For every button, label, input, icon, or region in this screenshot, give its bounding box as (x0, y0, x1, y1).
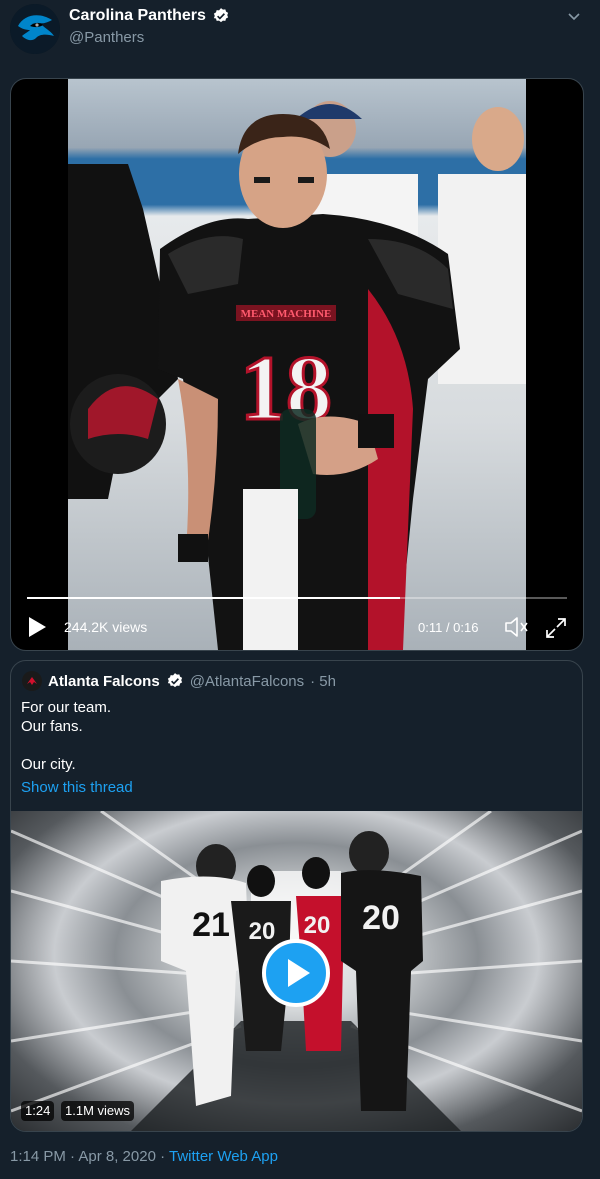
source-app-link[interactable]: Twitter Web App (169, 1148, 278, 1165)
quote-avatar (22, 671, 42, 691)
video-frame: MEAN MACHINE 18 (68, 79, 526, 650)
jersey-number: 20 (362, 899, 400, 937)
tweet-footer: 1:14 PM · Apr 8, 2020 · Twitter Web App (10, 1148, 278, 1165)
source-separator: · (155, 1148, 169, 1165)
play-icon[interactable] (262, 939, 330, 1007)
chevron-down-icon[interactable] (566, 8, 582, 24)
quote-age: · 5h (310, 672, 336, 690)
quote-handle: @AtlantaFalcons (189, 672, 305, 690)
quote-text-line: Our fans. (21, 718, 83, 735)
verified-icon (167, 673, 182, 688)
quote-video[interactable]: 21 20 20 20 1:24 1.1M views (11, 811, 582, 1131)
volume-icon[interactable] (504, 615, 530, 639)
video-views-badge: 1.1M views (61, 1101, 135, 1121)
jersey-number: 20 (304, 912, 331, 939)
video-still: MEAN MACHINE 18 (68, 101, 526, 650)
fullscreen-icon[interactable] (544, 616, 568, 640)
quote-text-line: For our team. (21, 699, 112, 716)
quoted-tweet[interactable]: Atlanta Falcons @AtlantaFalcons · 5h For… (10, 660, 583, 1132)
avatar[interactable] (10, 4, 60, 54)
name-row: Carolina Panthers (69, 7, 230, 25)
video-player[interactable]: MEAN MACHINE 18 244.2K views 0:11 / 0:16 (10, 78, 584, 651)
show-thread-link[interactable]: Show this thread (21, 779, 133, 796)
play-icon[interactable] (26, 616, 48, 638)
verified-icon (213, 8, 229, 23)
jersey-text: MEAN MACHINE (241, 308, 332, 320)
tweet-header: Carolina Panthers @Panthers (0, 0, 600, 60)
quote-header: Atlanta Falcons @AtlantaFalcons · 5h (22, 671, 336, 691)
video-time: 0:11 / 0:16 (418, 620, 479, 635)
video-scrubber[interactable] (27, 597, 567, 599)
quote-display-name: Atlanta Falcons (48, 672, 160, 690)
quote-text: For our team. Our fans. Our city. (21, 698, 111, 774)
display-name[interactable]: Carolina Panthers (69, 7, 206, 25)
jersey-number: 21 (192, 906, 230, 944)
video-progress-fill (27, 597, 400, 599)
video-views: 244.2K views (64, 619, 148, 635)
timestamp[interactable]: 1:14 PM · Apr 8, 2020 (10, 1148, 156, 1165)
handle[interactable]: @Panthers (69, 29, 144, 46)
quote-text-line: Our city. (21, 756, 76, 773)
video-duration-badge: 1:24 (21, 1101, 55, 1121)
